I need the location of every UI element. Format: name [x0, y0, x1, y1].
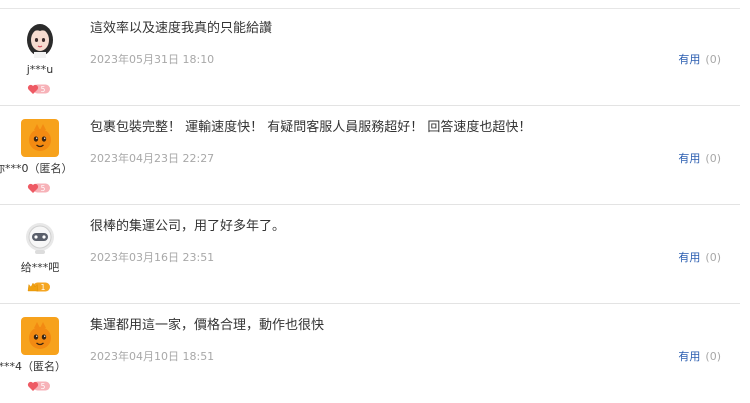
- useful-label[interactable]: 有用: [678, 152, 700, 165]
- crown-badge-icon: 1: [27, 281, 51, 293]
- row-divider: [0, 303, 740, 304]
- useful-button[interactable]: 有用 (0): [678, 350, 721, 364]
- row-divider: [0, 204, 740, 205]
- badge-level: 5: [41, 382, 46, 391]
- heart-badge-icon: 5: [27, 182, 51, 194]
- review-text: 很棒的集運公司，用了好多年了。: [90, 219, 286, 234]
- username: r***4（匿名）: [0, 360, 67, 373]
- badge-level: 1: [41, 283, 46, 292]
- username: 给***吧: [20, 261, 60, 274]
- review-date: 2023年03月16日 23:51: [90, 251, 215, 264]
- useful-label[interactable]: 有用: [678, 53, 700, 66]
- review-date: 2023年04月23日 22:27: [90, 152, 215, 165]
- useful-count: (0): [705, 152, 721, 165]
- username: j***u: [26, 63, 54, 76]
- review-text: 包裹包裝完整！ 運輸速度快！ 有疑問客服人員服務超好！ 回答速度也超快！: [90, 120, 532, 135]
- heart-badge-icon: 5: [27, 380, 51, 392]
- useful-label[interactable]: 有用: [678, 251, 700, 264]
- badge-level: 5: [41, 184, 46, 193]
- review-item: j***u 5 這效率以及速度我真的只能給讚 2023年05月31日 18:10…: [0, 8, 740, 106]
- orange-mascot-avatar-icon: [21, 119, 59, 157]
- useful-button[interactable]: 有用 (0): [678, 53, 721, 67]
- astronaut-avatar-icon: [21, 218, 59, 256]
- review-text: 這效率以及速度我真的只能給讚: [90, 21, 273, 36]
- review-text: 集運都用這一家，價格合理，動作也很快: [90, 318, 325, 333]
- row-divider: [0, 105, 740, 106]
- orange-mascot-avatar-icon: [21, 317, 59, 355]
- girl-avatar-icon: [21, 20, 59, 58]
- useful-label[interactable]: 有用: [678, 350, 700, 363]
- review-item: 你***0（匿名） 5 包裹包裝完整！ 運輸速度快！ 有疑問客服人員服務超好！ …: [0, 107, 740, 205]
- useful-count: (0): [705, 251, 721, 264]
- review-item: r***4（匿名） 5 集運都用這一家，價格合理，動作也很快 2023年04月1…: [0, 305, 740, 403]
- useful-count: (0): [705, 53, 721, 66]
- badge-level: 5: [41, 85, 46, 94]
- review-date: 2023年05月31日 18:10: [90, 53, 215, 66]
- review-item: 给***吧 1 很棒的集運公司，用了好多年了。 2023年03月16日 23:5…: [0, 206, 740, 304]
- useful-button[interactable]: 有用 (0): [678, 251, 721, 265]
- useful-button[interactable]: 有用 (0): [678, 152, 721, 166]
- heart-badge-icon: 5: [27, 83, 51, 95]
- useful-count: (0): [705, 350, 721, 363]
- username: 你***0（匿名）: [0, 162, 73, 175]
- review-date: 2023年04月10日 18:51: [90, 350, 215, 363]
